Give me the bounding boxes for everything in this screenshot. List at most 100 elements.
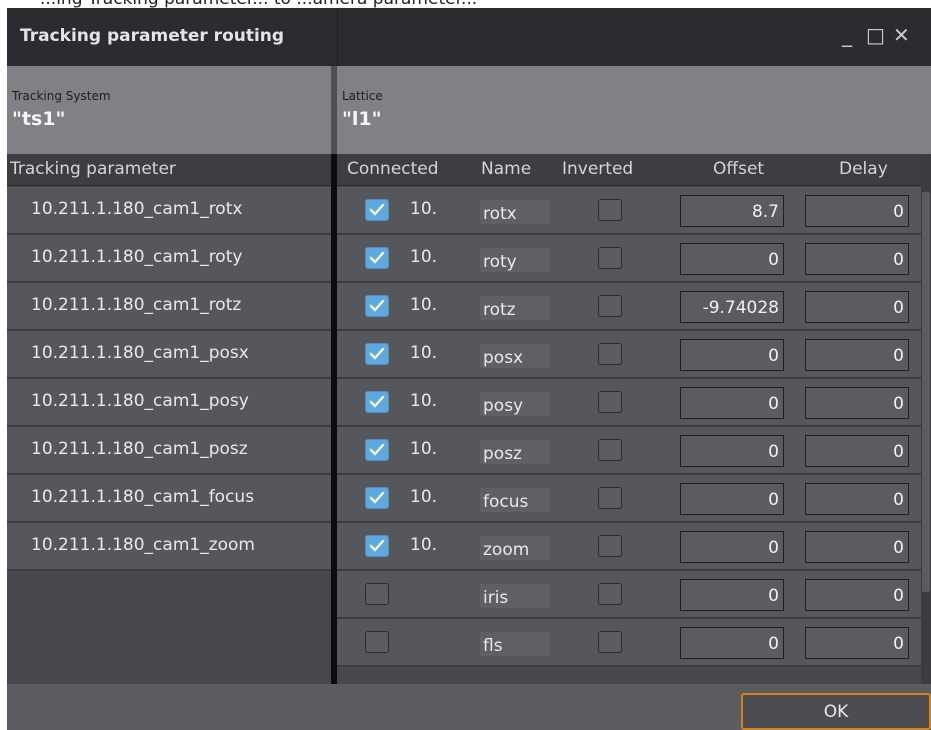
connected-checkbox[interactable] — [365, 439, 389, 461]
tracking-parameter-label: 10.211.1.180_cam1_posy — [31, 391, 249, 411]
offset-value: 0 — [768, 490, 779, 510]
table-row: 10. focus 0 0 — [337, 475, 921, 523]
delay-column-header[interactable]: Delay — [839, 159, 888, 179]
delay-value: 0 — [893, 538, 904, 558]
connected-checkbox[interactable] — [365, 487, 389, 509]
connected-checkbox[interactable] — [365, 535, 389, 557]
connected-source-prefix: 10. — [410, 199, 438, 219]
table-row: 10. posy 0 0 — [337, 379, 921, 427]
tracking-parameter-row[interactable]: 10.211.1.180_cam1_roty — [7, 235, 331, 283]
delay-input[interactable]: 0 — [805, 339, 909, 371]
parameter-name-cell: posy — [480, 392, 550, 416]
offset-input[interactable]: 8.7 — [680, 195, 784, 227]
delay-input[interactable]: 0 — [805, 243, 909, 275]
tracking-system-value: "ts1" — [12, 108, 66, 130]
delay-value: 0 — [893, 634, 904, 654]
parameter-name-cell: iris — [480, 584, 550, 608]
connected-checkbox[interactable] — [365, 343, 389, 365]
offset-input[interactable]: 0 — [680, 339, 784, 371]
tracking-parameter-column-header[interactable]: Tracking parameter — [7, 154, 331, 186]
offset-value: 0 — [768, 394, 779, 414]
delay-input[interactable]: 0 — [805, 627, 909, 659]
inverted-checkbox[interactable] — [598, 199, 622, 221]
offset-input[interactable]: 0 — [680, 243, 784, 275]
parameter-name: fls — [483, 636, 503, 656]
offset-value: 0 — [768, 250, 779, 270]
inverted-checkbox[interactable] — [598, 631, 622, 653]
delay-input[interactable]: 0 — [805, 531, 909, 563]
tracking-parameter-row[interactable]: 10.211.1.180_cam1_rotx — [7, 187, 331, 235]
connected-source-prefix: 10. — [410, 391, 438, 411]
parameter-name: posx — [483, 348, 524, 368]
delay-value: 0 — [893, 394, 904, 414]
inverted-checkbox[interactable] — [598, 439, 622, 461]
title-bar[interactable]: Tracking parameter routing _ □ ✕ — [7, 8, 931, 66]
connected-checkbox[interactable] — [365, 247, 389, 269]
delay-input[interactable]: 0 — [805, 195, 909, 227]
offset-input[interactable]: 0 — [680, 579, 784, 611]
tracking-parameter-row[interactable]: 10.211.1.180_cam1_focus — [7, 475, 331, 523]
tracking-parameter-label: 10.211.1.180_cam1_roty — [31, 247, 243, 267]
delay-input[interactable]: 0 — [805, 291, 909, 323]
table-row: 10. roty 0 0 — [337, 235, 921, 283]
delay-value: 0 — [893, 250, 904, 270]
table-row: iris 0 0 — [337, 571, 921, 619]
tracking-parameter-row[interactable]: 10.211.1.180_cam1_posx — [7, 331, 331, 379]
connected-checkbox[interactable] — [365, 631, 389, 653]
background-caption: ...ing Tracking parameter... to ...amera… — [0, 0, 931, 8]
connected-column-header[interactable]: Connected — [347, 159, 439, 179]
delay-input[interactable]: 0 — [805, 579, 909, 611]
tracking-parameter-row[interactable]: 10.211.1.180_cam1_zoom — [7, 523, 331, 571]
tracking-parameter-label: 10.211.1.180_cam1_zoom — [31, 535, 255, 555]
offset-value: 0 — [768, 634, 779, 654]
tracking-parameter-label: 10.211.1.180_cam1_rotx — [31, 199, 243, 219]
inverted-checkbox[interactable] — [598, 391, 622, 413]
lattice-value: "l1" — [342, 108, 382, 130]
offset-input[interactable]: 0 — [680, 627, 784, 659]
scrollbar-thumb[interactable] — [922, 192, 930, 592]
minimize-button[interactable]: _ — [842, 22, 852, 48]
tracking-parameter-header-label: Tracking parameter — [10, 159, 176, 179]
connected-checkbox[interactable] — [365, 391, 389, 413]
offset-column-header[interactable]: Offset — [713, 159, 764, 179]
inverted-checkbox[interactable] — [598, 535, 622, 557]
connected-checkbox[interactable] — [365, 199, 389, 221]
connected-checkbox[interactable] — [365, 295, 389, 317]
parameter-name: rotx — [483, 204, 517, 224]
maximize-button[interactable]: □ — [866, 22, 885, 48]
vertical-scrollbar[interactable] — [921, 154, 931, 684]
dialog-footer: OK — [7, 684, 931, 730]
table-row: 10. zoom 0 0 — [337, 523, 921, 571]
inverted-checkbox[interactable] — [598, 343, 622, 365]
delay-value: 0 — [893, 490, 904, 510]
connected-checkbox[interactable] — [365, 583, 389, 605]
inverted-checkbox[interactable] — [598, 487, 622, 509]
inverted-column-header[interactable]: Inverted — [562, 159, 633, 179]
inverted-checkbox[interactable] — [598, 295, 622, 317]
offset-value: -9.74028 — [702, 298, 779, 318]
delay-input[interactable]: 0 — [805, 435, 909, 467]
ok-button[interactable]: OK — [741, 693, 931, 730]
tracking-parameter-row[interactable]: 10.211.1.180_cam1_posy — [7, 379, 331, 427]
parameter-name-cell: roty — [480, 248, 550, 272]
offset-input[interactable]: -9.74028 — [680, 291, 784, 323]
parameter-name: iris — [483, 588, 509, 608]
inverted-checkbox[interactable] — [598, 583, 622, 605]
delay-input[interactable]: 0 — [805, 387, 909, 419]
parameter-name: posy — [483, 396, 524, 416]
offset-input[interactable]: 0 — [680, 435, 784, 467]
tracking-system-header: Tracking System "ts1" — [7, 66, 331, 154]
offset-input[interactable]: 0 — [680, 387, 784, 419]
delay-value: 0 — [893, 586, 904, 606]
name-column-header[interactable]: Name — [481, 159, 531, 179]
table-row: 10. rotz -9.74028 0 — [337, 283, 921, 331]
offset-input[interactable]: 0 — [680, 483, 784, 515]
offset-input[interactable]: 0 — [680, 531, 784, 563]
tracking-parameter-row[interactable]: 10.211.1.180_cam1_posz — [7, 427, 331, 475]
inverted-checkbox[interactable] — [598, 247, 622, 269]
parameter-name-cell: rotx — [480, 200, 550, 224]
tracking-parameter-row[interactable]: 10.211.1.180_cam1_rotz — [7, 283, 331, 331]
close-button[interactable]: ✕ — [893, 22, 910, 48]
parameter-name: focus — [483, 492, 529, 512]
delay-input[interactable]: 0 — [805, 483, 909, 515]
